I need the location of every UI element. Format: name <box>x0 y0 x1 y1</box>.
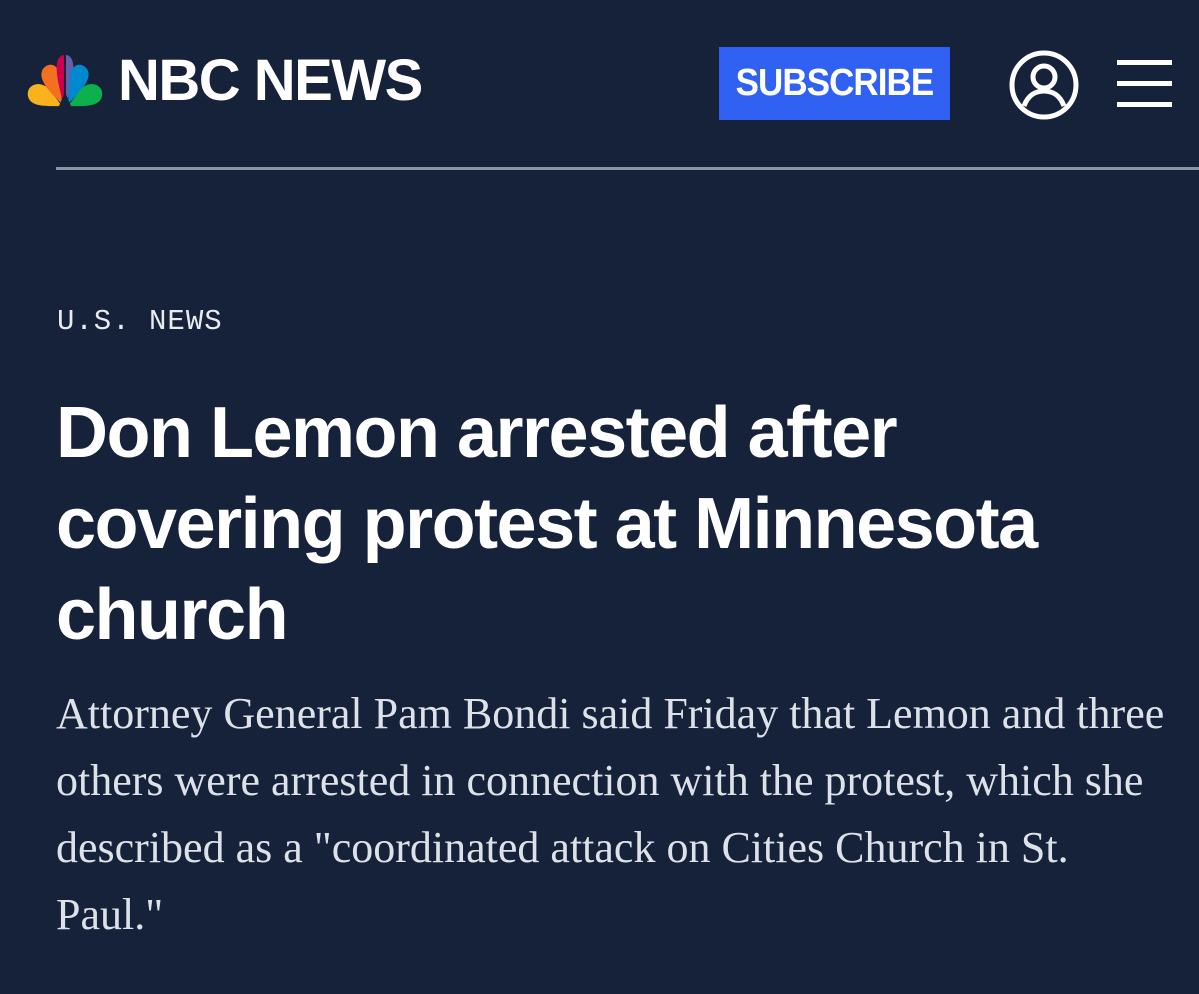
account-button[interactable] <box>1008 49 1080 121</box>
header-divider <box>56 167 1199 170</box>
nbc-news-logo[interactable]: NBC NEWS <box>26 48 423 113</box>
menu-bar-icon <box>1117 102 1172 107</box>
article-headline: Don Lemon arrested after covering protes… <box>56 393 1038 655</box>
section-label[interactable]: U.S. NEWS <box>57 305 223 338</box>
user-circle-icon <box>1009 50 1079 120</box>
subscribe-button[interactable]: SUBSCRIBE <box>719 47 950 120</box>
peacock-icon <box>27 55 103 107</box>
site-header: NBC NEWS SUBSCRIBE <box>0 0 1199 170</box>
menu-bar-icon <box>1117 60 1172 65</box>
hamburger-menu-button[interactable] <box>1117 60 1172 108</box>
menu-bar-icon <box>1117 81 1172 86</box>
article-dek: Attorney General Pam Bondi said Friday t… <box>56 689 1165 939</box>
brand-wordmark: NBC NEWS <box>118 48 423 113</box>
